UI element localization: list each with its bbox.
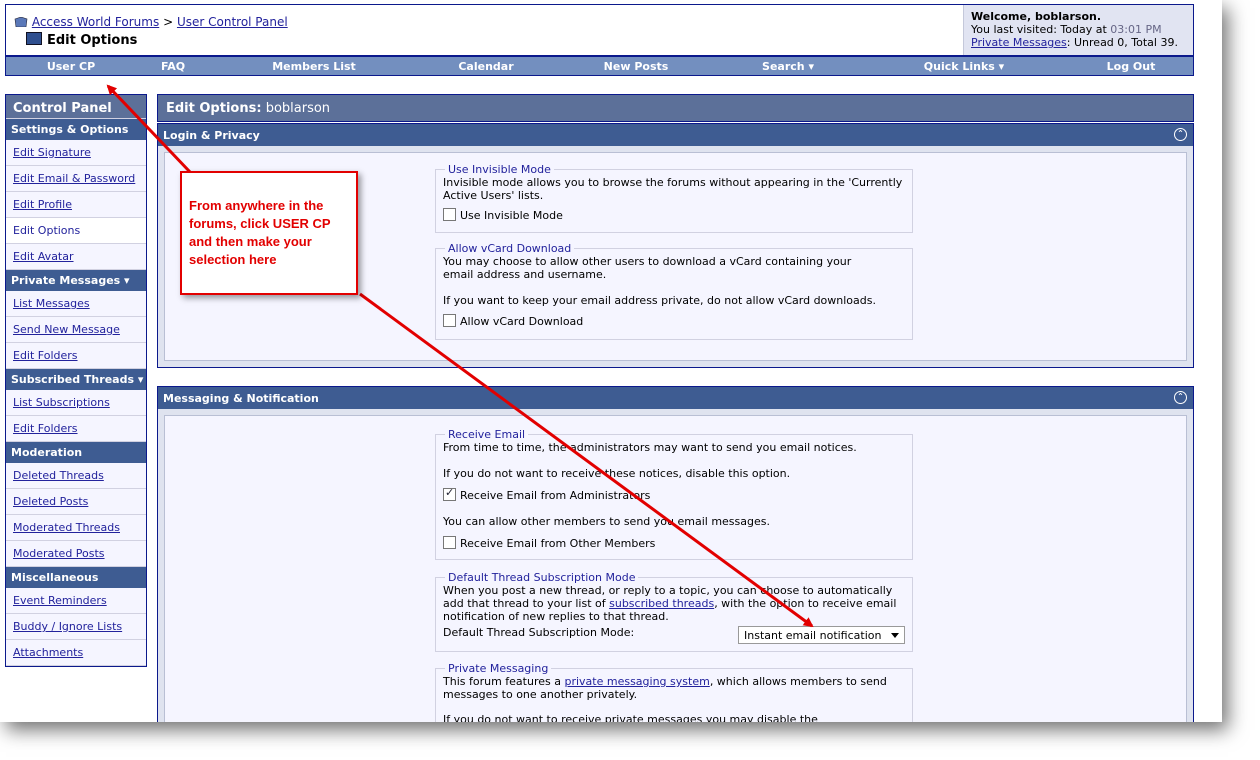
annotation-arrows (106, 84, 814, 628)
arrow-to-subscription-select (359, 292, 814, 628)
annotation-callout-text: From anywhere in the forums, click USER … (189, 198, 331, 267)
annotation-callout: From anywhere in the forums, click USER … (180, 171, 358, 295)
screenshot: Access World Forums > User Control Panel… (0, 0, 1222, 722)
arrow-to-user-cp (106, 84, 192, 174)
